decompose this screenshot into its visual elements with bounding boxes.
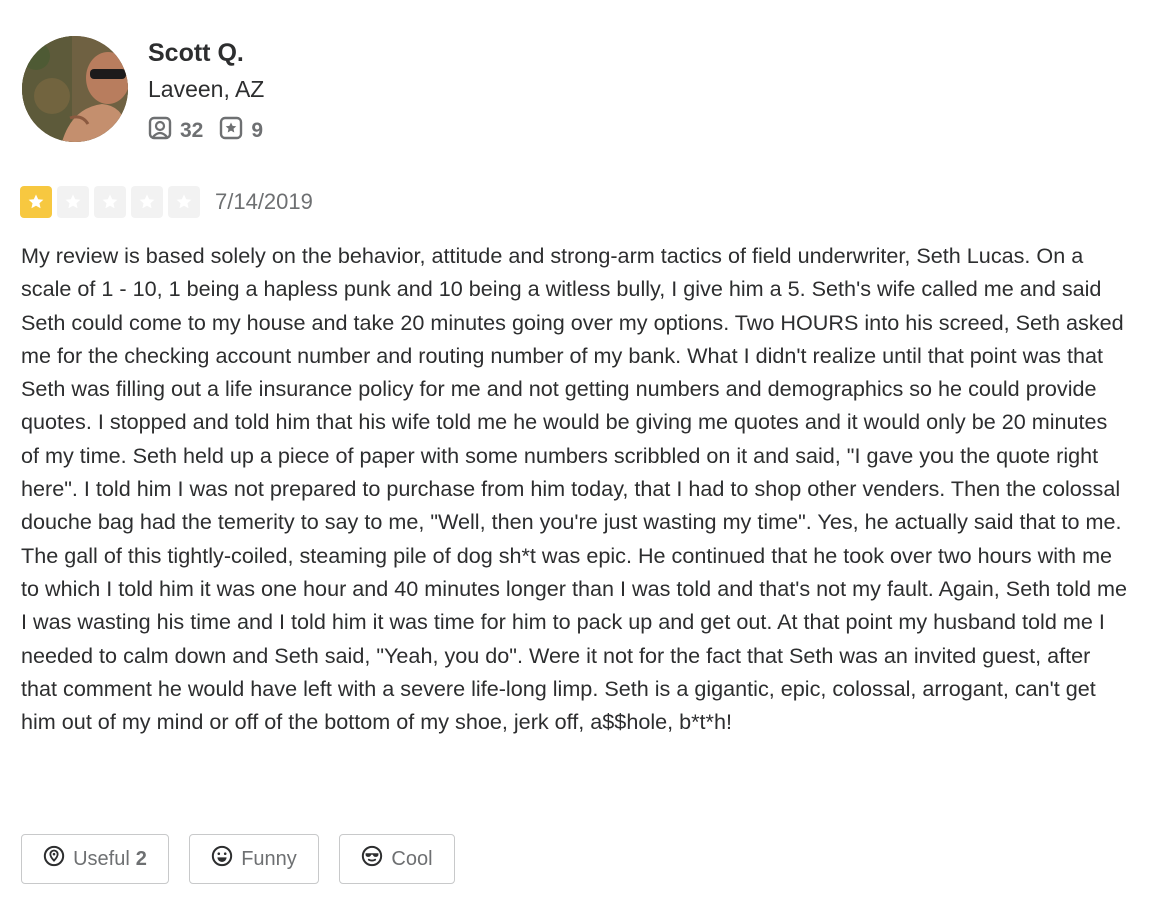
user-location: Laveen, AZ [148, 76, 265, 102]
rating-star-2 [57, 186, 89, 218]
rating-star-3 [94, 186, 126, 218]
review-star-icon [219, 116, 251, 146]
funny-label: Funny [241, 847, 297, 870]
cool-icon [361, 845, 391, 873]
funny-icon [211, 845, 241, 873]
friends-stat: 32 [148, 116, 203, 146]
rating-star-4 [131, 186, 163, 218]
reviews-stat: 9 [219, 116, 263, 146]
cool-label: Cool [391, 847, 433, 870]
useful-button[interactable]: Useful 2 [21, 834, 169, 884]
review-text: My review is based solely on the behavio… [21, 243, 1128, 735]
user-stats: 32 9 [148, 116, 279, 146]
rating-star-1 [20, 186, 52, 218]
user-name[interactable]: Scott Q. [148, 39, 244, 68]
rating-star-5 [168, 186, 200, 218]
friends-count: 32 [180, 119, 204, 142]
useful-icon [43, 845, 73, 873]
avatar[interactable] [22, 36, 128, 142]
reaction-buttons: Useful 2 Funny Cool [21, 834, 475, 884]
funny-button[interactable]: Funny [189, 834, 319, 884]
review-date: 7/14/2019 [215, 189, 313, 214]
cool-button[interactable]: Cool [339, 834, 455, 884]
useful-count: 2 [135, 847, 147, 870]
rating-row: 7/14/2019 [20, 186, 313, 218]
useful-label: Useful [73, 847, 130, 870]
reviews-count: 9 [251, 119, 264, 142]
friends-icon [148, 116, 180, 146]
